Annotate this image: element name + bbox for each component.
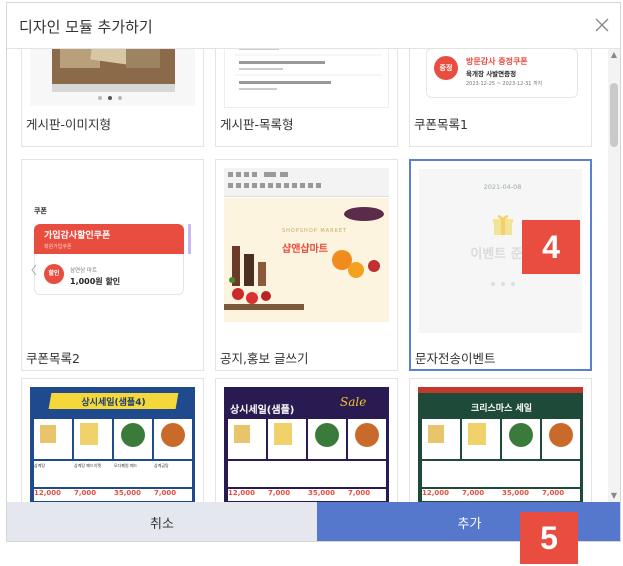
price-label: 7,000	[462, 489, 485, 497]
product-name: 삼계탕	[34, 463, 46, 468]
board-image-thumbnail	[30, 49, 195, 106]
module-card-board-list[interactable]: 게시판-목록형	[215, 49, 398, 147]
editor-toolbar-icon	[228, 172, 321, 188]
sms-date: 2021-04-08	[483, 183, 522, 191]
sale1-thumbnail: 상시세일(샘플4) 12,000 7,000 35,000 7,000 삼계탕 …	[30, 387, 195, 502]
module-card-sale1[interactable]: 상시세일(샘플4) 12,000 7,000 35,000 7,000 삼계탕 …	[21, 378, 204, 502]
coupon-badge: 증정	[434, 56, 458, 80]
close-icon[interactable]	[592, 15, 612, 35]
module-card-sale2[interactable]: 상시세일(샘플) Sale 12,000 7,000 35,000 7,000	[215, 378, 398, 502]
dialog-title: 디자인 모듈 추가하기	[19, 18, 153, 36]
dialog-header: 디자인 모듈 추가하기	[7, 3, 620, 49]
chevron-left-icon	[31, 264, 37, 276]
coupon1-thumbnail: 증정 방문감사 증정쿠폰 육개장 사발면증정 2023-12-25 ~ 2023…	[418, 49, 583, 106]
coupon-date: 2023-12-25 ~ 2023-12-31 까지	[466, 81, 543, 87]
module-card-notice[interactable]: SHOPSHOP MARKET 샵앤샵마트 공지,홍보 글쓰기	[215, 159, 398, 371]
sale3-thumbnail: 크리스마스 세일 12,000 7,000 35,000 7,000	[418, 387, 583, 502]
sale2-thumbnail: 상시세일(샘플) Sale 12,000 7,000 35,000 7,000	[224, 387, 389, 502]
pagination-icon	[491, 282, 515, 286]
module-card-label: 공지,홍보 글쓰기	[220, 351, 309, 366]
coupon2-header: 쿠폰	[34, 207, 47, 215]
price-label: 7,000	[542, 489, 565, 497]
cancel-button[interactable]: 취소	[7, 502, 317, 541]
scroll-down-icon[interactable]: ▼	[610, 492, 618, 500]
module-card-board-image[interactable]: 게시판-이미지형	[21, 49, 204, 147]
price-label: 7,000	[154, 489, 177, 497]
module-card-label: 게시판-이미지형	[26, 117, 112, 132]
module-card-coupon2[interactable]: 쿠폰 가입감사할인쿠폰 회원가입쿠폰 할인 삼연상 마트 1,000원 할인 쿠…	[21, 159, 204, 371]
module-card-coupon1[interactable]: 증정 방문감사 증정쿠폰 육개장 사발면증정 2023-12-25 ~ 2023…	[409, 49, 592, 147]
coupon-subtitle: 육개장 사발면증정	[466, 70, 517, 78]
coupon2-amount: 1,000원 할인	[70, 277, 121, 286]
module-card-label: 문자전송이벤트	[415, 351, 496, 366]
price-label: 12,000	[34, 489, 62, 497]
coupon2-thumbnail: 쿠폰 가입감사할인쿠폰 회원가입쿠폰 할인 삼연상 마트 1,000원 할인	[30, 168, 195, 332]
price-label: 7,000	[268, 489, 291, 497]
board-list-thumbnail	[224, 49, 389, 108]
module-grid: 게시판-이미지형 게시판-목록형 증정 방문감사 증정쿠폰 육개장 사발면증정 …	[7, 49, 620, 502]
price-label: 35,000	[114, 489, 142, 497]
scroll-up-icon[interactable]: ▲	[610, 51, 618, 59]
vertical-scrollbar[interactable]: ▲ ▼	[608, 49, 620, 502]
product-name: 모다폐원 폐드	[114, 463, 138, 468]
sale2-script: Sale	[340, 395, 367, 409]
product-name: 삼계곰탕	[154, 463, 169, 468]
price-label: 35,000	[502, 489, 530, 497]
coupon2-store: 삼연상 마트	[70, 268, 98, 274]
price-label: 35,000	[308, 489, 336, 497]
scroll-thumb[interactable]	[610, 83, 618, 147]
food-illustration	[224, 207, 384, 310]
coupon2-banner-title: 가입감사할인쿠폰	[44, 231, 111, 241]
sale2-title: 상시세일(샘플)	[230, 405, 295, 416]
price-label: 7,000	[74, 489, 97, 497]
module-card-label: 게시판-목록형	[220, 117, 294, 132]
gift-icon	[493, 215, 513, 235]
module-card-label: 쿠폰목록2	[26, 351, 80, 366]
price-label: 7,000	[348, 489, 371, 497]
price-label: 12,000	[422, 489, 450, 497]
sale3-title: 크리스마스 세일	[470, 404, 533, 414]
step-4-badge: 4	[522, 220, 580, 274]
price-label: 12,000	[228, 489, 256, 497]
step-5-badge: 5	[520, 512, 578, 564]
module-card-label: 쿠폰목록1	[414, 117, 468, 132]
product-name: 삼계탕 폐드치켓	[74, 463, 102, 468]
sale1-title: 상시세일(샘플4)	[81, 398, 146, 408]
coupon2-badge: 할인	[44, 264, 64, 284]
coupon-title: 방문감사 증정쿠폰	[466, 57, 528, 66]
module-card-sale3[interactable]: 크리스마스 세일 12,000 7,000 35,000 7,000	[409, 378, 592, 502]
notice-thumbnail: SHOPSHOP MARKET 샵앤샵마트	[224, 168, 389, 332]
coupon2-banner-sub: 회원가입쿠폰	[44, 244, 72, 250]
